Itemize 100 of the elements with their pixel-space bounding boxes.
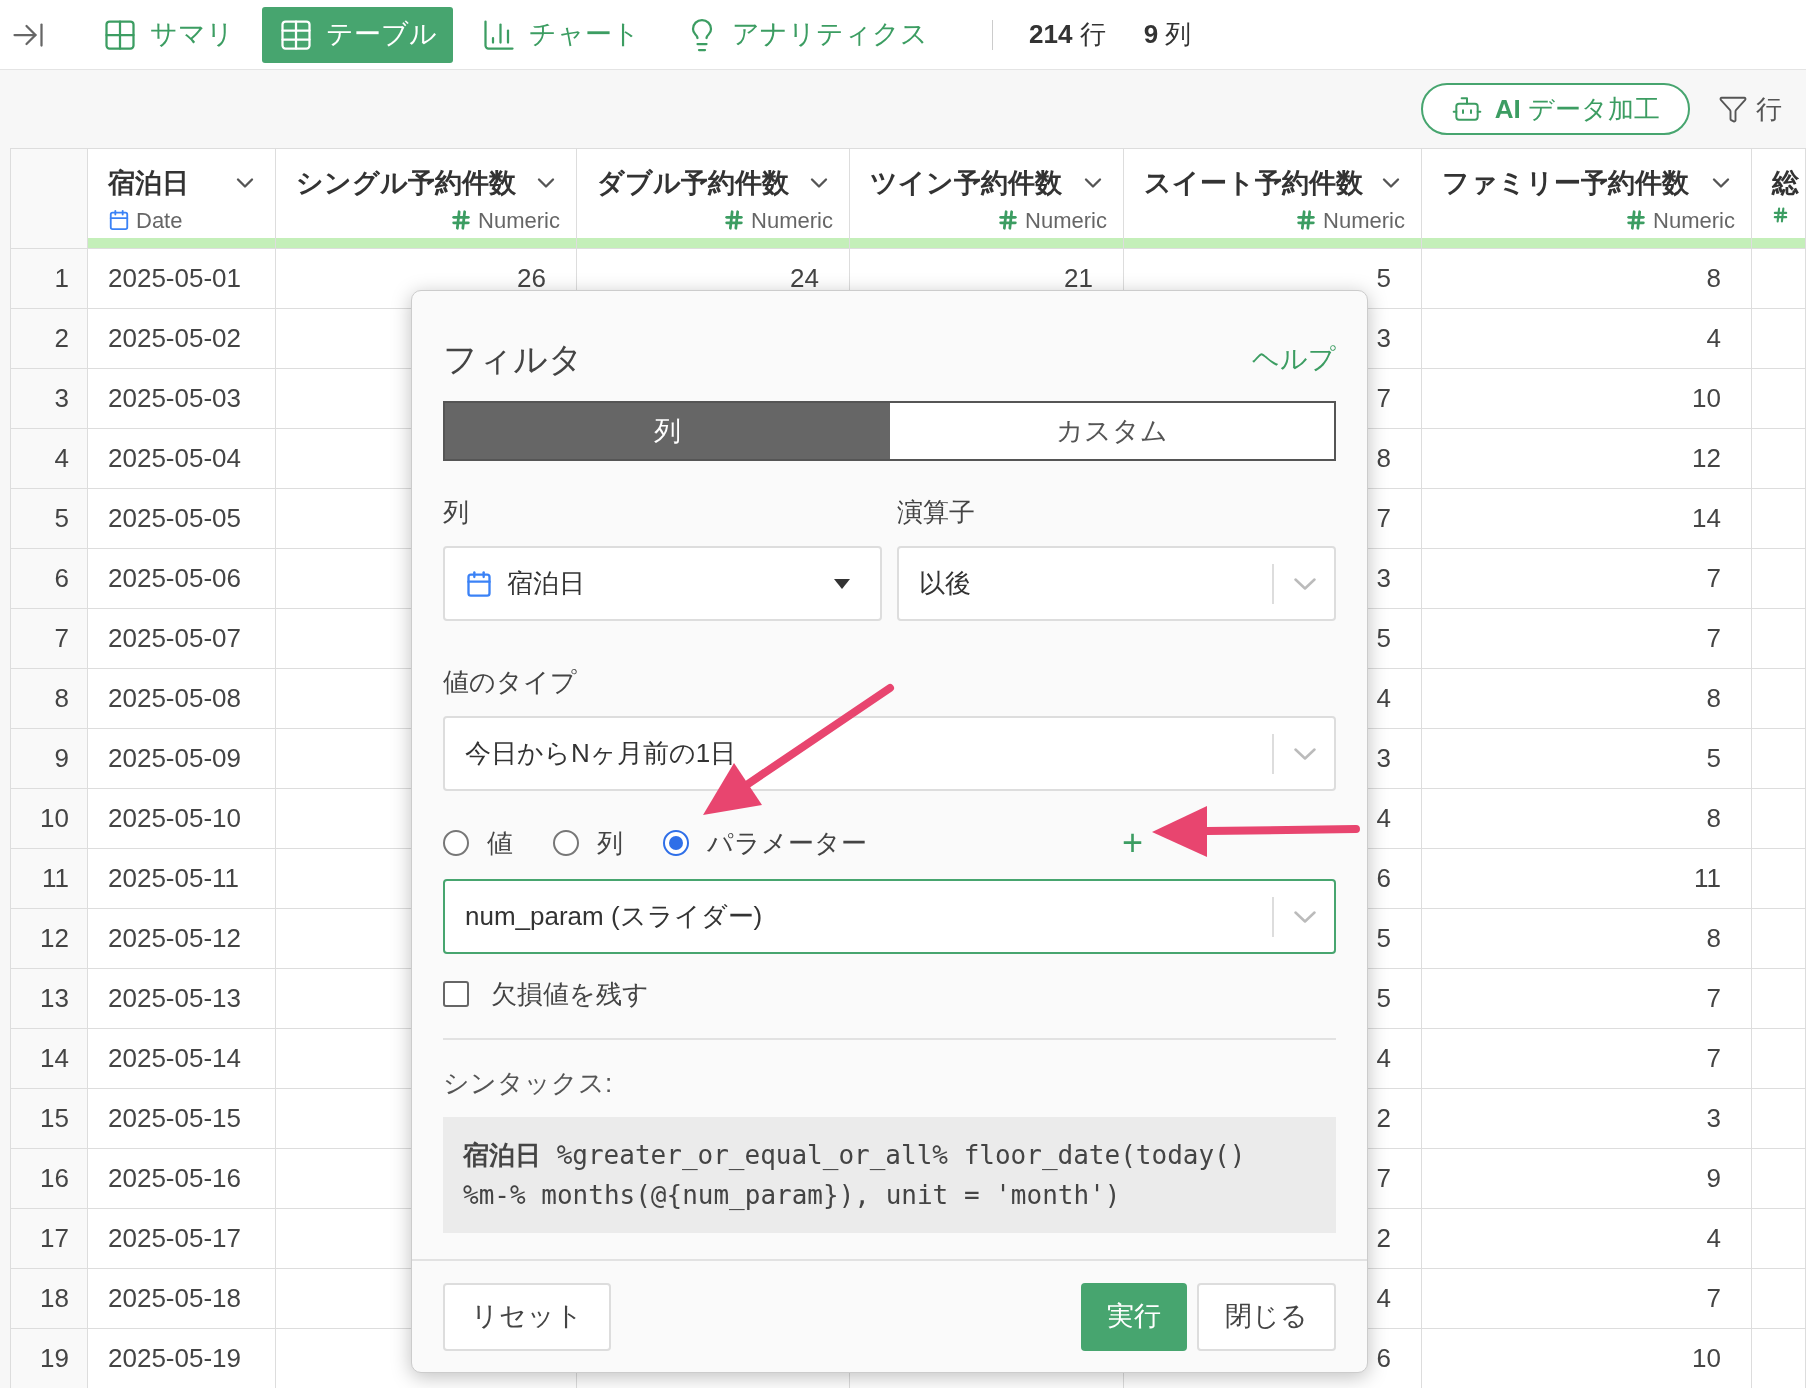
radio-button[interactable]: [663, 830, 689, 856]
checkbox-label: 欠損値を残す: [491, 977, 649, 1011]
table-cell-text: 3: [1706, 1102, 1721, 1135]
column-select[interactable]: 宿泊日: [443, 546, 882, 621]
column-header[interactable]: ダブル予約件数 Numeric: [577, 149, 850, 248]
table-cell-text: 2025-05-18: [108, 1282, 241, 1315]
table-cell-text: 5: [1376, 622, 1391, 655]
row-number: 4: [54, 442, 69, 475]
table-cell-text: 2025-05-03: [108, 382, 241, 415]
table-cell-text: 11: [1694, 862, 1721, 895]
table-cell-text: 6: [1376, 862, 1391, 895]
table-cell-text: 2025-05-14: [108, 1042, 241, 1075]
table-cell-text: 4: [1376, 1042, 1391, 1075]
column-count: 9 列: [1143, 18, 1192, 51]
table-cell-text: 7: [1706, 562, 1721, 595]
column-type: Numeric: [1653, 206, 1735, 235]
value-type-select[interactable]: 今日からNヶ月前の1日: [443, 716, 1336, 791]
table-cell-text: 21: [1064, 262, 1093, 295]
column-name: 宿泊日: [108, 167, 189, 200]
table-cell-text: 5: [1376, 262, 1391, 295]
table-cell-text: 14: [1692, 502, 1721, 535]
row-count: 214 行: [1029, 18, 1106, 51]
column-header[interactable]: スイート予約件数 Numeric: [1124, 149, 1422, 248]
radio-label: 列: [597, 826, 623, 860]
table-cell-text: 2: [1376, 1102, 1391, 1135]
reset-button[interactable]: リセット: [443, 1282, 611, 1351]
table-cell-text: 8: [1706, 802, 1721, 835]
table-cell-text: 3: [1376, 322, 1391, 355]
table-cell-text: 3: [1376, 742, 1391, 775]
table-cell-text: 2025-05-09: [108, 742, 241, 775]
row-number: 10: [40, 802, 69, 835]
table-cell-text: 8: [1376, 442, 1391, 475]
table-cell-text: 2025-05-04: [108, 442, 241, 475]
table-cell-text: 2025-05-19: [108, 1342, 241, 1375]
table-cell-text: 7: [1376, 382, 1391, 415]
field-label: 演算子: [897, 496, 976, 529]
column-header[interactable]: 宿泊日 Date: [88, 149, 276, 248]
dialog-title: フィルタ: [443, 338, 583, 380]
table-cell-text: 24: [790, 262, 819, 295]
chevron-icon: [1294, 910, 1316, 923]
table-cell-text: 2025-05-11: [108, 862, 240, 895]
table-cell-text: 2025-05-10: [108, 802, 241, 835]
table-cell-text: 4: [1706, 1222, 1721, 1255]
table-cell-text: 7: [1706, 982, 1721, 1015]
radio-button[interactable]: [443, 830, 469, 856]
table-cell-text: 4: [1376, 1282, 1391, 1315]
table-cell-text: 2025-05-16: [108, 1162, 241, 1195]
radio-label: パラメーター: [707, 826, 867, 860]
row-number: 19: [40, 1342, 69, 1375]
chevron-icon: [1294, 747, 1316, 760]
column-name: スイート予約件数: [1144, 167, 1363, 200]
table-cell-text: 3: [1376, 562, 1391, 595]
row-number: 3: [54, 382, 69, 415]
column-type: Numeric: [478, 206, 560, 235]
row-number: 14: [40, 1042, 69, 1075]
table-cell-text: 5: [1706, 742, 1721, 775]
table-cell-text: 26: [517, 262, 546, 295]
table-cell-text: 6: [1376, 1342, 1391, 1375]
table-cell-text: 8: [1706, 682, 1721, 715]
hash-icon: [723, 209, 746, 231]
row-number: 9: [54, 742, 69, 775]
table-cell-text: 2025-05-01: [108, 262, 241, 295]
parameter-select[interactable]: num_param (スライダー): [443, 879, 1336, 954]
table-cell-text: 2025-05-02: [108, 322, 241, 355]
filter-icon: [1718, 94, 1748, 124]
table-cell-text: 2025-05-13: [108, 982, 241, 1015]
checkbox[interactable]: [443, 981, 469, 1007]
column-type: Numeric: [1323, 206, 1405, 235]
syntax-code: 宿泊日 %greater_or_equal_or_all% floor_date(today() %m-% months(@{num_param}), unit = 'month'): [443, 1117, 1336, 1233]
hash-icon: [1625, 209, 1648, 231]
row-number: 15: [40, 1102, 69, 1135]
column-header[interactable]: ファミリー予約件数 Numeric: [1422, 149, 1752, 248]
column-header[interactable]: 総: [1752, 149, 1806, 248]
table-cell-text: 7: [1706, 1282, 1721, 1315]
column-header[interactable]: シングル予約件数 Numeric: [276, 149, 577, 248]
table-cell-text: 2025-05-06: [108, 562, 241, 595]
segment-tab[interactable]: 列: [445, 403, 890, 459]
column-name: ファミリー予約件数: [1442, 167, 1689, 200]
table-cell-text: 9: [1706, 1162, 1721, 1195]
table-cell-text: 2025-05-07: [108, 622, 241, 655]
close-button[interactable]: 閉じる: [1197, 1282, 1336, 1351]
row-filter-button[interactable]: 行: [1718, 89, 1782, 129]
row-number: 2: [54, 322, 69, 355]
column-name: 総: [1772, 167, 1799, 200]
table-cell-text: 7: [1376, 502, 1391, 535]
column-name: ダブル予約件数: [597, 167, 789, 200]
table-cell-text: 2025-05-17: [108, 1222, 241, 1255]
table-cell-text: 7: [1376, 1162, 1391, 1195]
column-type: Numeric: [751, 206, 833, 235]
field-label: 値のタイプ: [443, 666, 578, 699]
table-cell-text: 2025-05-08: [108, 682, 241, 715]
radio-button[interactable]: [553, 830, 579, 856]
row-number: 17: [40, 1222, 69, 1255]
operator-select[interactable]: 以後: [897, 546, 1336, 621]
calendar-icon: [465, 569, 493, 598]
column-header[interactable]: ツイン予約件数 Numeric: [850, 149, 1124, 248]
table-cell-text: 12: [1692, 442, 1721, 475]
field-label: 列: [443, 496, 470, 529]
calendar-icon: [108, 209, 130, 231]
segment-tab[interactable]: カスタム: [889, 403, 1334, 459]
